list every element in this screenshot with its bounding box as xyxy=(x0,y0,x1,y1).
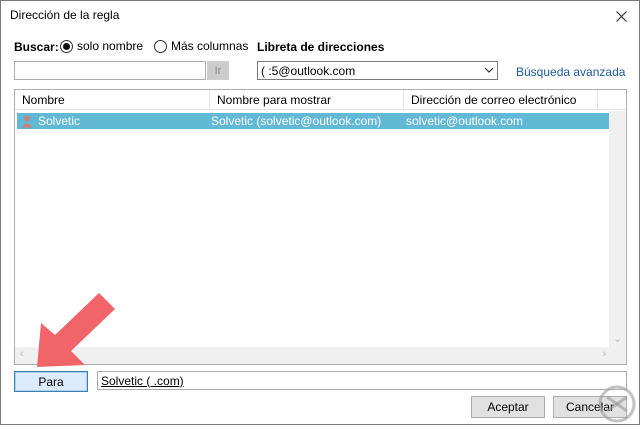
column-header-display-name[interactable]: Nombre para mostrar xyxy=(210,90,404,110)
callout-arrow-icon xyxy=(37,293,115,367)
rule-address-dialog: Dirección de la regla Buscar: solo nombr… xyxy=(0,0,640,425)
radio-solo-nombre[interactable]: solo nombre xyxy=(60,39,143,53)
scroll-left-icon[interactable]: ‹ xyxy=(20,348,24,360)
cell-name-text: Solvetic xyxy=(38,114,81,128)
title-bar: Dirección de la regla xyxy=(1,1,639,33)
ok-button[interactable]: Aceptar xyxy=(471,396,545,418)
column-header-email[interactable]: Dirección de correo electrónico xyxy=(404,90,598,110)
address-book-select[interactable]: ( :5@outlook.com xyxy=(257,61,498,80)
cell-name: Solvetic xyxy=(17,113,210,129)
cell-display-name: Solvetic (solvetic@outlook.com) xyxy=(211,114,382,128)
column-header-name[interactable]: Nombre xyxy=(15,90,210,110)
address-book-value: ( :5@outlook.com xyxy=(261,63,356,78)
window-title: Dirección de la regla xyxy=(10,8,120,22)
para-button[interactable]: Para xyxy=(14,371,88,392)
search-input[interactable] xyxy=(14,61,206,80)
radio-mas-columnas-label: Más columnas xyxy=(171,39,249,53)
recipient-field[interactable]: Solvetic ( .com) xyxy=(97,371,627,390)
scrollbar-corner xyxy=(609,347,626,364)
scroll-down-icon[interactable]: ⌄ xyxy=(613,332,622,345)
chevron-down-icon xyxy=(484,67,494,74)
radio-solo-nombre-label: solo nombre xyxy=(77,39,144,53)
radio-indicator-unchecked xyxy=(154,39,167,53)
address-book-label: Libreta de direcciones xyxy=(257,40,385,54)
go-button[interactable]: Ir xyxy=(207,61,229,80)
vertical-scrollbar[interactable]: ⌄ xyxy=(609,111,626,348)
contact-person-icon xyxy=(21,115,33,128)
scroll-right-icon[interactable]: › xyxy=(602,348,606,360)
list-header: Nombre Nombre para mostrar Dirección de … xyxy=(15,90,626,110)
search-label: Buscar: xyxy=(14,40,59,54)
radio-mas-columnas[interactable]: Más columnas xyxy=(154,39,248,53)
close-icon xyxy=(615,10,627,22)
watermark-logo-icon xyxy=(598,385,636,423)
table-row[interactable]: Solvetic Solvetic (solvetic@outlook.com)… xyxy=(17,113,611,129)
cell-email: solvetic@outlook.com xyxy=(406,114,523,128)
radio-indicator-checked xyxy=(60,39,73,53)
advanced-search-link[interactable]: Búsqueda avanzada xyxy=(516,65,625,79)
close-button[interactable] xyxy=(609,5,633,27)
